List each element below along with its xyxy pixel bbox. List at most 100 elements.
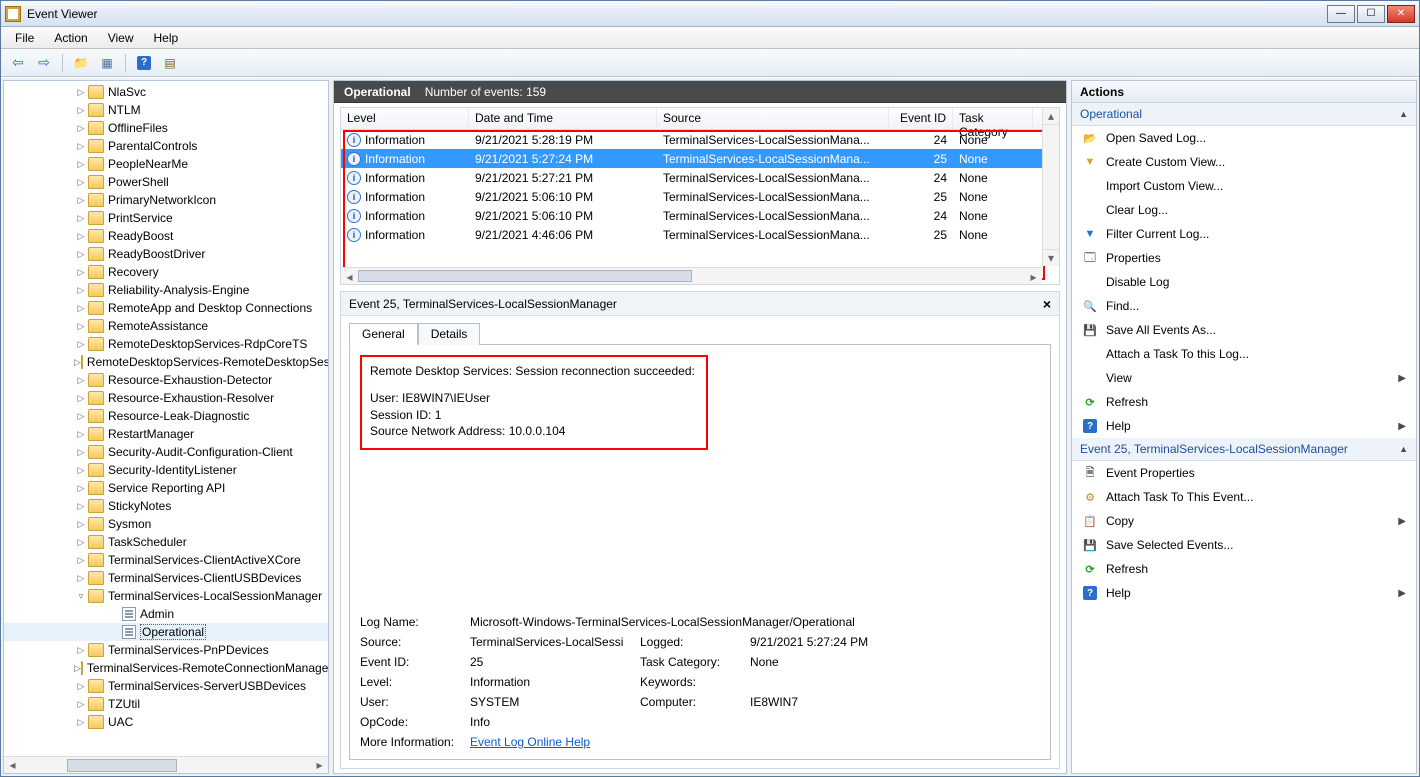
action-item[interactable]: Help▶ — [1072, 414, 1416, 438]
action-item[interactable]: Refresh — [1072, 390, 1416, 414]
action-item[interactable]: Event Properties — [1072, 461, 1416, 485]
tree-node[interactable]: ▷PeopleNearMe — [4, 155, 328, 173]
col-level[interactable]: Level — [341, 108, 469, 129]
show-hide-tree-button[interactable] — [70, 52, 92, 74]
tree-node[interactable]: ▷Resource-Exhaustion-Resolver — [4, 389, 328, 407]
expand-caret-icon[interactable]: ▷ — [74, 501, 88, 512]
action-item[interactable]: Save All Events As... — [1072, 318, 1416, 342]
action-item[interactable]: Filter Current Log... — [1072, 222, 1416, 246]
event-row[interactable]: iInformation9/21/2021 5:27:24 PMTerminal… — [341, 149, 1059, 168]
expand-caret-icon[interactable]: ▷ — [74, 159, 88, 170]
expand-caret-icon[interactable]: ▷ — [74, 213, 88, 224]
scroll-right-icon[interactable]: ▸ — [311, 757, 328, 774]
maximize-button[interactable]: ☐ — [1357, 5, 1385, 23]
event-row[interactable]: iInformation9/21/2021 5:06:10 PMTerminal… — [341, 187, 1059, 206]
expand-caret-icon[interactable]: ▷ — [74, 537, 88, 548]
tree-node[interactable]: ▷PrintService — [4, 209, 328, 227]
menu-view[interactable]: View — [100, 29, 142, 47]
event-log-online-help-link[interactable]: Event Log Online Help — [470, 735, 590, 749]
tree-node[interactable]: ▷Resource-Leak-Diagnostic — [4, 407, 328, 425]
event-row[interactable]: iInformation9/21/2021 4:46:06 PMTerminal… — [341, 225, 1059, 244]
action-item[interactable]: Attach Task To This Event... — [1072, 485, 1416, 509]
tree-node[interactable]: ▷StickyNotes — [4, 497, 328, 515]
help-button[interactable] — [133, 52, 155, 74]
expand-caret-icon[interactable]: ▷ — [74, 321, 88, 332]
expand-caret-icon[interactable]: ▷ — [74, 393, 88, 404]
tree-leaf[interactable]: Admin — [4, 605, 328, 623]
tree-node[interactable]: ▷TerminalServices-PnPDevices — [4, 641, 328, 659]
menu-action[interactable]: Action — [46, 29, 95, 47]
close-button[interactable]: ✕ — [1387, 5, 1415, 23]
action-item[interactable]: Create Custom View... — [1072, 150, 1416, 174]
expand-caret-icon[interactable]: ▷ — [74, 177, 88, 188]
col-task-category[interactable]: Task Category — [953, 108, 1033, 129]
event-row[interactable]: iInformation9/21/2021 5:27:21 PMTerminal… — [341, 168, 1059, 187]
tree-node[interactable]: ▷NlaSvc — [4, 83, 328, 101]
expand-caret-icon[interactable]: ▷ — [74, 357, 81, 368]
action-item[interactable]: View▶ — [1072, 366, 1416, 390]
action-item[interactable]: Find... — [1072, 294, 1416, 318]
tree-node[interactable]: ▷TerminalServices-ServerUSBDevices — [4, 677, 328, 695]
tab-general[interactable]: General — [349, 323, 418, 345]
tree-node[interactable]: ▷OfflineFiles — [4, 119, 328, 137]
expand-caret-icon[interactable]: ▷ — [74, 483, 88, 494]
col-datetime[interactable]: Date and Time — [469, 108, 657, 129]
scroll-thumb[interactable] — [67, 759, 177, 772]
expand-caret-icon[interactable]: ▷ — [74, 663, 81, 674]
expand-caret-icon[interactable]: ▷ — [74, 195, 88, 206]
action-item[interactable]: Open Saved Log... — [1072, 126, 1416, 150]
tab-details[interactable]: Details — [418, 323, 481, 345]
expand-caret-icon[interactable]: ▷ — [74, 447, 88, 458]
scroll-thumb[interactable] — [358, 270, 692, 282]
detail-close-button[interactable]: × — [1043, 296, 1051, 312]
expand-caret-icon[interactable]: ▷ — [74, 285, 88, 296]
scroll-right-icon[interactable]: ▸ — [1025, 268, 1042, 285]
tree-node[interactable]: ▷Sysmon — [4, 515, 328, 533]
action-item[interactable]: Refresh — [1072, 557, 1416, 581]
tree-node[interactable]: ▷TaskScheduler — [4, 533, 328, 551]
col-source[interactable]: Source — [657, 108, 889, 129]
tree-node[interactable]: ▷ParentalControls — [4, 137, 328, 155]
scroll-left-icon[interactable]: ◂ — [341, 268, 358, 285]
action-item[interactable]: Help▶ — [1072, 581, 1416, 605]
tree-node[interactable]: ▷Reliability-Analysis-Engine — [4, 281, 328, 299]
tree-node[interactable]: ▷Recovery — [4, 263, 328, 281]
tree-node[interactable]: ▷TZUtil — [4, 695, 328, 713]
expand-caret-icon[interactable]: ▷ — [74, 231, 88, 242]
tree-node[interactable]: ▷RemoteDesktopServices-RdpCoreTS — [4, 335, 328, 353]
expand-caret-icon[interactable]: ▿ — [74, 591, 88, 602]
tree-node[interactable]: ▷ReadyBoost — [4, 227, 328, 245]
action-item[interactable]: Properties — [1072, 246, 1416, 270]
tree-leaf[interactable]: Operational — [4, 623, 328, 641]
actions-section-header-2[interactable]: Event 25, TerminalServices-LocalSessionM… — [1072, 438, 1416, 461]
tree-node[interactable]: ▷TerminalServices-ClientActiveXCore — [4, 551, 328, 569]
expand-caret-icon[interactable]: ▷ — [74, 681, 88, 692]
tree-node[interactable]: ▷RemoteAssistance — [4, 317, 328, 335]
menu-file[interactable]: File — [7, 29, 42, 47]
expand-caret-icon[interactable]: ▷ — [74, 249, 88, 260]
expand-caret-icon[interactable]: ▷ — [74, 645, 88, 656]
expand-caret-icon[interactable]: ▷ — [74, 573, 88, 584]
tree-node[interactable]: ▷RemoteDesktopServices-RemoteDesktopSess… — [4, 353, 328, 371]
tree-node[interactable]: ▿TerminalServices-LocalSessionManager — [4, 587, 328, 605]
col-event-id[interactable]: Event ID — [889, 108, 953, 129]
expand-caret-icon[interactable]: ▷ — [74, 105, 88, 116]
tree-node[interactable]: ▷ReadyBoostDriver — [4, 245, 328, 263]
tree-node[interactable]: ▷UAC — [4, 713, 328, 731]
expand-caret-icon[interactable]: ▷ — [74, 375, 88, 386]
minimize-button[interactable]: — — [1327, 5, 1355, 23]
expand-caret-icon[interactable]: ▷ — [74, 339, 88, 350]
tree-node[interactable]: ▷PrimaryNetworkIcon — [4, 191, 328, 209]
action-item[interactable]: Clear Log... — [1072, 198, 1416, 222]
grid-v-scrollbar[interactable]: ▴ ▾ — [1042, 108, 1059, 266]
tree-node[interactable]: ▷Service Reporting API — [4, 479, 328, 497]
expand-caret-icon[interactable]: ▷ — [74, 87, 88, 98]
action-item[interactable]: Import Custom View... — [1072, 174, 1416, 198]
expand-caret-icon[interactable]: ▷ — [74, 411, 88, 422]
tree-node[interactable]: ▷RestartManager — [4, 425, 328, 443]
expand-caret-icon[interactable]: ▷ — [74, 123, 88, 134]
tree-node[interactable]: ▷RemoteApp and Desktop Connections — [4, 299, 328, 317]
expand-caret-icon[interactable]: ▷ — [74, 429, 88, 440]
tree-h-scrollbar[interactable]: ◂ ▸ — [4, 756, 328, 773]
toggle-action-pane-button[interactable] — [159, 52, 181, 74]
